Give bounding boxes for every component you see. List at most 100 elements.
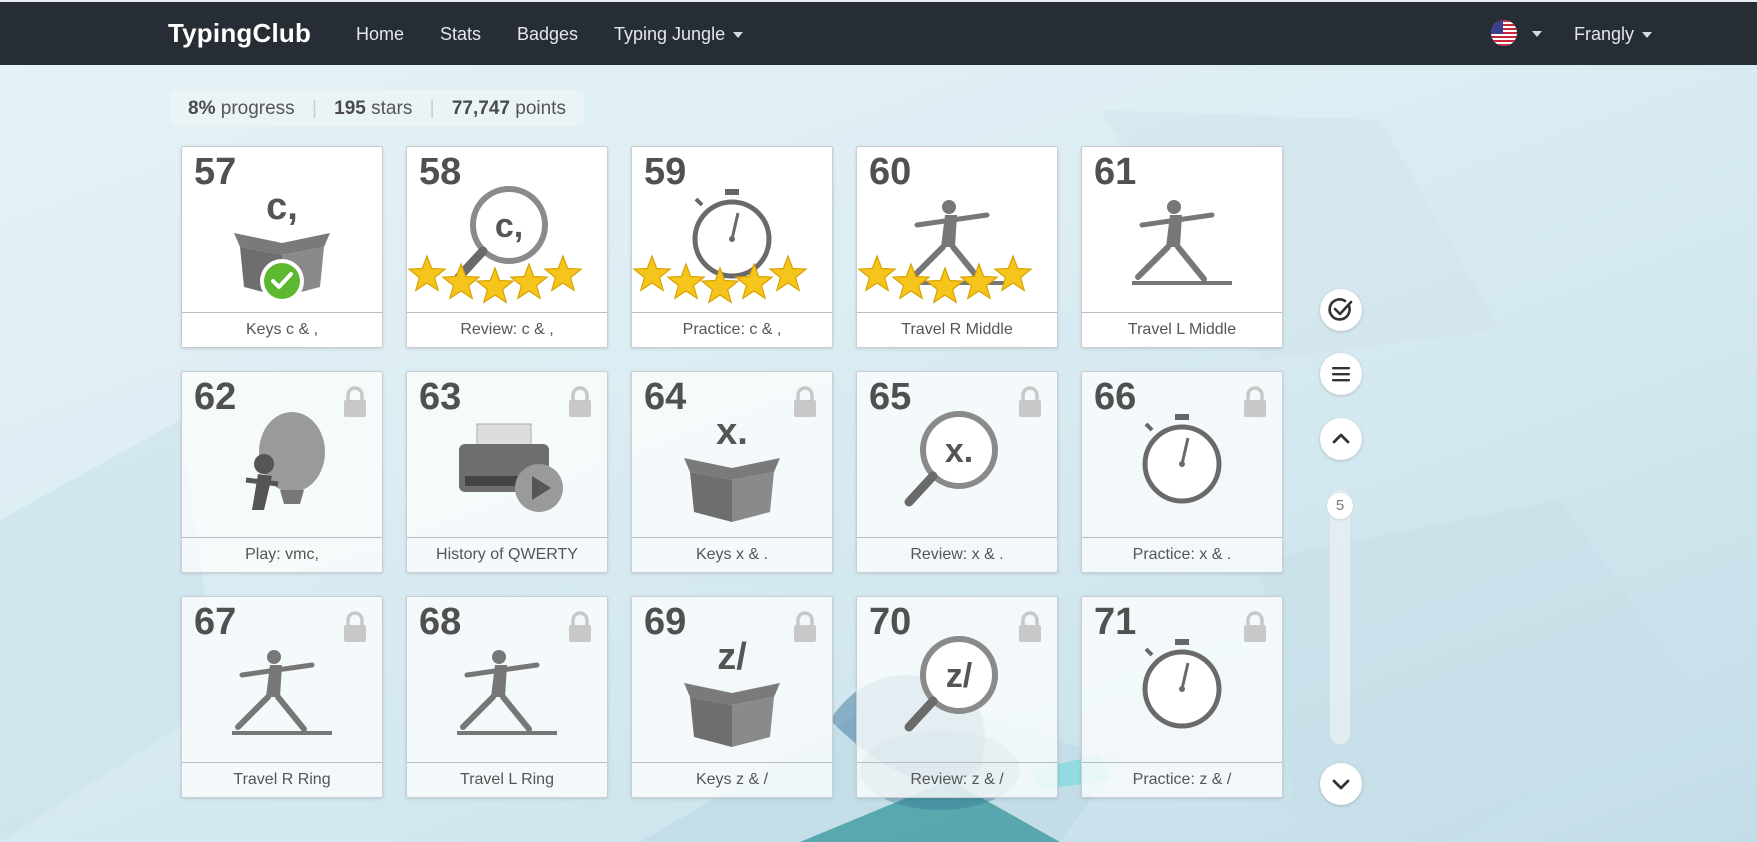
check-circle-button[interactable] <box>1320 289 1362 331</box>
divider: | <box>311 98 317 119</box>
lesson-number: 63 <box>419 376 462 418</box>
lesson-title: Keys z & / <box>632 762 832 797</box>
lesson-number: 71 <box>1094 601 1137 643</box>
lock-icon <box>794 386 816 417</box>
check-badge-icon <box>260 259 304 303</box>
star-icon <box>993 254 1033 292</box>
nav-home[interactable]: Home <box>356 24 404 45</box>
star-icon <box>407 254 447 292</box>
lesson-card[interactable]: 66 Practice: x & . <box>1081 371 1283 573</box>
check-circle-icon <box>1328 298 1353 321</box>
lesson-card[interactable]: 68 Travel L Ring <box>406 596 608 798</box>
progress-value: 8% <box>188 98 216 119</box>
lesson-number: 57 <box>194 151 237 193</box>
lesson-number: 59 <box>644 151 687 193</box>
lesson-title: Keys c & , <box>182 312 382 347</box>
star-icon <box>543 254 583 292</box>
lesson-card[interactable]: 67 Travel R Ring <box>181 596 383 798</box>
svg-text:c,: c, <box>495 207 523 245</box>
lesson-number: 67 <box>194 601 237 643</box>
nav-typing-jungle[interactable]: Typing Jungle <box>614 24 744 45</box>
lesson-title: Review: c & , <box>407 312 607 347</box>
star-icon <box>632 254 672 292</box>
page-scroll-track[interactable] <box>1330 490 1350 744</box>
lesson-title: Review: z & / <box>857 762 1057 797</box>
star-icon <box>959 262 999 300</box>
star-icon <box>768 254 808 292</box>
lesson-card[interactable]: c, 58 Review: c & , <box>406 146 608 348</box>
stars-value: 195 <box>334 98 366 119</box>
lesson-card[interactable]: 60 Travel R Middle <box>856 146 1058 348</box>
top-navbar: TypingClub Home Stats Badges Typing Jung… <box>0 0 1757 65</box>
lesson-card[interactable]: x. 64 Keys x & . <box>631 371 833 573</box>
chevron-down-icon <box>1642 32 1653 39</box>
divider: | <box>429 98 435 119</box>
lesson-number: 64 <box>644 376 687 418</box>
lesson-card[interactable]: c, 57 Keys c & , <box>181 146 383 348</box>
lesson-title: Travel L Middle <box>1082 312 1282 347</box>
lesson-card[interactable]: x. 65 Review: x & . <box>856 371 1058 573</box>
progress-label: progress <box>220 98 295 119</box>
nav-typing-jungle-label: Typing Jungle <box>614 24 726 44</box>
lesson-card[interactable]: z/70 Review: z & / <box>856 596 1058 798</box>
svg-text:x.: x. <box>945 432 973 470</box>
lesson-card[interactable]: 71 Practice: z & / <box>1081 596 1283 798</box>
svg-text:z/: z/ <box>717 636 747 678</box>
star-icon <box>925 266 965 304</box>
lesson-card[interactable]: 62 Play: vmc, <box>181 371 383 573</box>
lesson-title: Play: vmc, <box>182 537 382 572</box>
lesson-number: 68 <box>419 601 462 643</box>
lock-icon <box>1244 611 1266 642</box>
star-icon <box>666 262 706 300</box>
stars-label: stars <box>371 98 413 119</box>
lesson-title: Practice: x & . <box>1082 537 1282 572</box>
lesson-card[interactable]: 61 Travel L Middle <box>1081 146 1283 348</box>
lesson-number: 65 <box>869 376 912 418</box>
lesson-number: 58 <box>419 151 462 193</box>
chevron-up-icon <box>1332 433 1350 444</box>
lesson-number: 60 <box>869 151 912 193</box>
lock-icon <box>794 611 816 642</box>
lesson-number: 70 <box>869 601 912 643</box>
lock-icon <box>344 611 366 642</box>
lesson-title: Review: x & . <box>857 537 1057 572</box>
lesson-number: 66 <box>1094 376 1137 418</box>
scroll-down-button[interactable] <box>1320 763 1362 805</box>
svg-text:x.: x. <box>716 411 748 453</box>
progress-summary: 8% progress | 195 stars | 77,747 points <box>170 90 584 126</box>
star-icon <box>509 262 549 300</box>
chevron-down-icon[interactable] <box>1532 31 1542 37</box>
nav-badges[interactable]: Badges <box>517 24 578 45</box>
lesson-title: Travel R Middle <box>857 312 1057 347</box>
points-label: points <box>515 98 566 119</box>
star-icon <box>441 262 481 300</box>
scroll-up-button[interactable] <box>1320 418 1362 460</box>
points-value: 77,747 <box>451 98 510 119</box>
lesson-title: Travel R Ring <box>182 762 382 797</box>
lesson-card[interactable]: 59 Practice: c & , <box>631 146 833 348</box>
lesson-number: 62 <box>194 376 237 418</box>
lesson-title: Practice: z & / <box>1082 762 1282 797</box>
lesson-card[interactable]: 63 History of QWERTY <box>406 371 608 573</box>
nav-stats[interactable]: Stats <box>440 24 481 45</box>
lock-icon <box>344 386 366 417</box>
menu-icon <box>1332 367 1350 382</box>
star-icon <box>475 266 515 304</box>
menu-button[interactable] <box>1320 353 1362 395</box>
lock-icon <box>1019 386 1041 417</box>
lock-icon <box>569 611 591 642</box>
chevron-down-icon <box>733 32 744 39</box>
lesson-title: History of QWERTY <box>407 537 607 572</box>
lock-icon <box>1244 386 1266 417</box>
page-indicator[interactable]: 5 <box>1327 493 1353 519</box>
user-menu[interactable]: Frangly <box>1574 24 1653 45</box>
lesson-title: Practice: c & , <box>632 312 832 347</box>
lesson-title: Keys x & . <box>632 537 832 572</box>
star-icon <box>857 254 897 292</box>
lesson-number: 69 <box>644 601 687 643</box>
lesson-card[interactable]: z/ 69 Keys z & / <box>631 596 833 798</box>
lock-icon <box>569 386 591 417</box>
brand-logo[interactable]: TypingClub <box>168 18 311 49</box>
us-flag-icon[interactable] <box>1491 20 1517 46</box>
lesson-title: Travel L Ring <box>407 762 607 797</box>
